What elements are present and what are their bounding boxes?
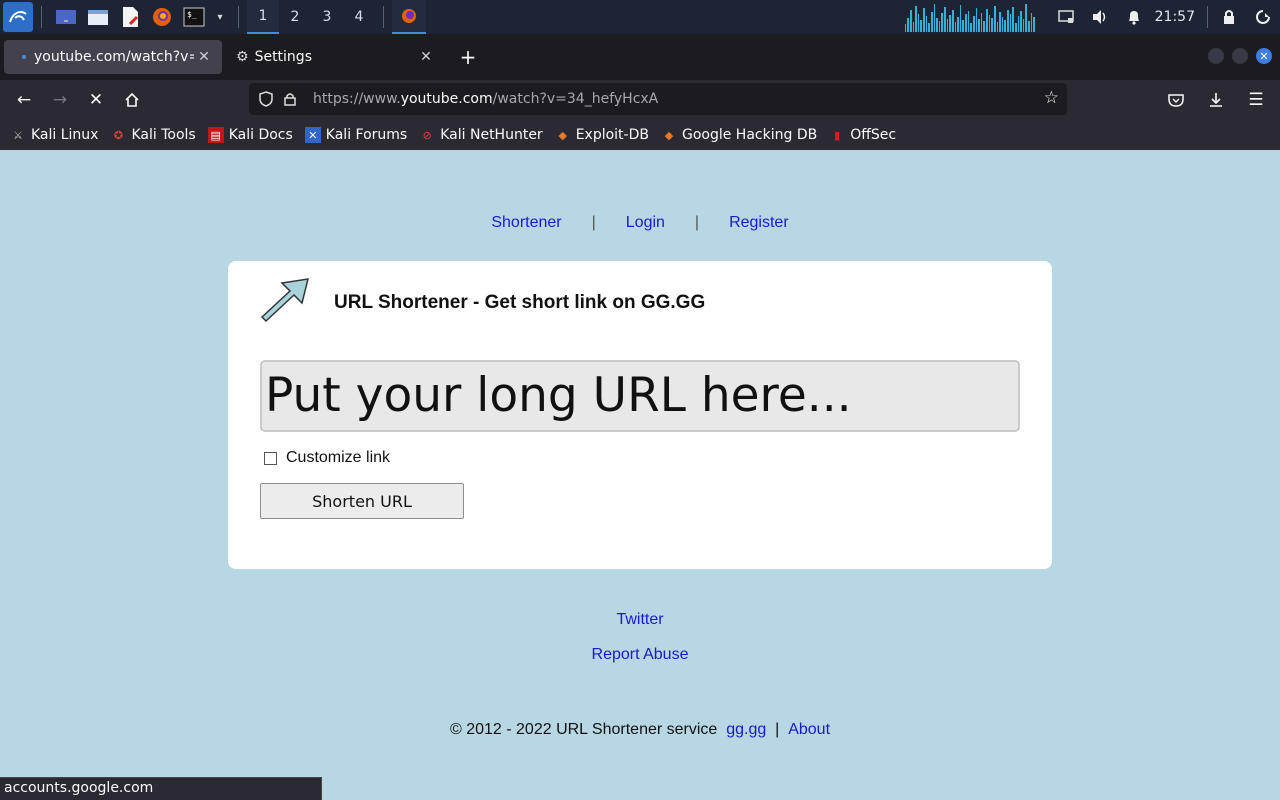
customize-link-row[interactable]: Customize link — [264, 449, 390, 467]
text-editor-icon[interactable] — [118, 5, 142, 29]
footer-separator: | — [775, 721, 780, 738]
firefox-window-button[interactable] — [392, 0, 426, 34]
window-close-button[interactable]: ✕ — [1256, 48, 1272, 64]
navigation-bar: ← → ✕ https://www.youtube.com/watch?v=34… — [0, 80, 1280, 120]
bookmark-kali-nethunter[interactable]: ⊘ Kali NetHunter — [419, 127, 543, 143]
kali-nethunter-icon: ⊘ — [422, 128, 432, 142]
workspace-4[interactable]: 4 — [343, 0, 375, 34]
twitter-link[interactable]: Twitter — [616, 611, 663, 628]
bookmark-kali-linux[interactable]: ⚔ Kali Linux — [10, 127, 98, 143]
bookmark-star-icon[interactable]: ☆ — [1044, 88, 1059, 108]
twitter-row: Twitter — [0, 611, 1280, 629]
taskbar: $_ ▾ 1 2 3 4 21:57 — [0, 0, 1280, 34]
report-abuse-row: Report Abuse — [0, 646, 1280, 664]
lock-icon[interactable] — [1218, 6, 1240, 28]
kali-forums-icon: ✕ — [304, 127, 321, 143]
shield-icon[interactable] — [255, 88, 277, 110]
bookmark-exploit-db[interactable]: ◆ Exploit-DB — [555, 127, 649, 143]
bookmark-kali-tools[interactable]: ✪ Kali Tools — [110, 127, 196, 143]
volume-icon[interactable] — [1089, 6, 1111, 28]
back-button[interactable]: ← — [6, 84, 42, 116]
show-desktop-icon[interactable] — [54, 5, 78, 29]
status-bar: accounts.google.com — [0, 777, 322, 800]
loading-dot-icon — [22, 55, 26, 59]
nav-separator: | — [694, 214, 700, 231]
nav-register-link[interactable]: Register — [729, 214, 789, 232]
workspace-1[interactable]: 1 — [247, 0, 279, 34]
shorten-url-button[interactable]: Shorten URL — [260, 483, 464, 519]
kali-menu-icon[interactable] — [3, 2, 33, 32]
clock[interactable]: 21:57 — [1155, 9, 1195, 25]
customize-link-checkbox[interactable] — [264, 451, 277, 465]
top-navigation: Shortener | Login | Register — [0, 214, 1280, 232]
gear-icon: ⚙ — [236, 49, 249, 65]
terminal-icon[interactable]: $_ — [182, 5, 206, 29]
page-title: URL Shortener - Get short link on GG.GG — [334, 292, 706, 313]
url-text[interactable]: https://www.youtube.com/watch?v=34_hefyH… — [313, 91, 658, 107]
tab-settings[interactable]: ⚙ Settings ✕ — [226, 40, 444, 74]
workspace-2[interactable]: 2 — [279, 0, 311, 34]
close-icon[interactable]: ✕ — [194, 47, 214, 67]
nav-login-link[interactable]: Login — [626, 214, 665, 232]
kali-docs-icon: ▤ — [207, 127, 224, 143]
bookmark-kali-docs[interactable]: ▤ Kali Docs — [207, 127, 293, 143]
minimize-button[interactable] — [1208, 48, 1224, 64]
url-bar[interactable]: https://www.youtube.com/watch?v=34_hefyH… — [249, 83, 1067, 115]
tab-strip: youtube.com/watch?v=34_hefyHcxA ✕ ⚙ Sett… — [0, 34, 1280, 80]
offsec-icon: ▮ — [834, 128, 841, 142]
pocket-icon[interactable] — [1158, 84, 1194, 116]
tab-youtube[interactable]: youtube.com/watch?v=34_hefyHcxA ✕ — [4, 40, 222, 74]
report-abuse-link[interactable]: Report Abuse — [592, 646, 689, 663]
about-link[interactable]: About — [788, 721, 830, 738]
home-button[interactable] — [114, 84, 150, 116]
kali-tools-icon: ✪ — [113, 128, 124, 142]
cpu-graph — [904, 2, 1035, 32]
bookmark-offsec[interactable]: ▮ OffSec — [829, 127, 896, 143]
customize-link-label: Customize link — [286, 449, 391, 466]
svg-text:$_: $_ — [187, 10, 197, 19]
stop-button[interactable]: ✕ — [78, 84, 114, 116]
nav-separator: | — [591, 214, 596, 231]
maximize-button[interactable] — [1232, 48, 1248, 64]
file-manager-icon[interactable] — [86, 5, 110, 29]
bookmark-kali-forums[interactable]: ✕ Kali Forums — [304, 127, 407, 143]
forward-button[interactable]: → — [42, 84, 78, 116]
gg-gg-link[interactable]: gg.gg — [726, 721, 766, 738]
arrow-logo-icon — [260, 277, 310, 329]
google-hacking-db-icon: ◆ — [664, 128, 674, 142]
tab-title: youtube.com/watch?v=34_hefyHcxA — [34, 49, 194, 65]
nav-shortener-link[interactable]: Shortener — [491, 214, 561, 232]
copyright-text: © 2012 - 2022 URL Shortener service — [449, 721, 718, 738]
notification-bell-icon[interactable] — [1123, 6, 1145, 28]
close-icon[interactable]: ✕ — [416, 47, 436, 67]
tab-title: Settings — [254, 49, 312, 65]
exploit-db-icon: ◆ — [558, 128, 567, 142]
new-tab-button[interactable]: + — [454, 43, 482, 71]
downloads-icon[interactable] — [1198, 84, 1234, 116]
long-url-input[interactable]: Put your long URL here... — [260, 360, 1020, 432]
bookmark-google-hacking-db[interactable]: ◆ Google Hacking DB — [661, 127, 817, 143]
menu-icon[interactable]: ☰ — [1238, 84, 1274, 116]
network-icon[interactable] — [1055, 6, 1077, 28]
web-page: Shortener | Login | Register URL Shorten… — [0, 150, 1280, 800]
lock-icon[interactable] — [279, 88, 301, 110]
workspace-3[interactable]: 3 — [311, 0, 343, 34]
firefox-launcher-icon[interactable] — [150, 5, 174, 29]
logout-icon[interactable] — [1252, 6, 1274, 28]
chevron-down-icon[interactable]: ▾ — [214, 5, 226, 29]
workspace-switcher: 1 2 3 4 — [247, 0, 375, 34]
bookmarks-toolbar: ⚔ Kali Linux ✪ Kali Tools ▤ Kali Docs ✕ … — [0, 120, 1280, 150]
copyright-footer: © 2012 - 2022 URL Shortener service gg.g… — [0, 721, 1280, 739]
kali-dragon-icon: ⚔ — [13, 128, 23, 142]
shortener-card: URL Shortener - Get short link on GG.GG … — [228, 261, 1052, 569]
